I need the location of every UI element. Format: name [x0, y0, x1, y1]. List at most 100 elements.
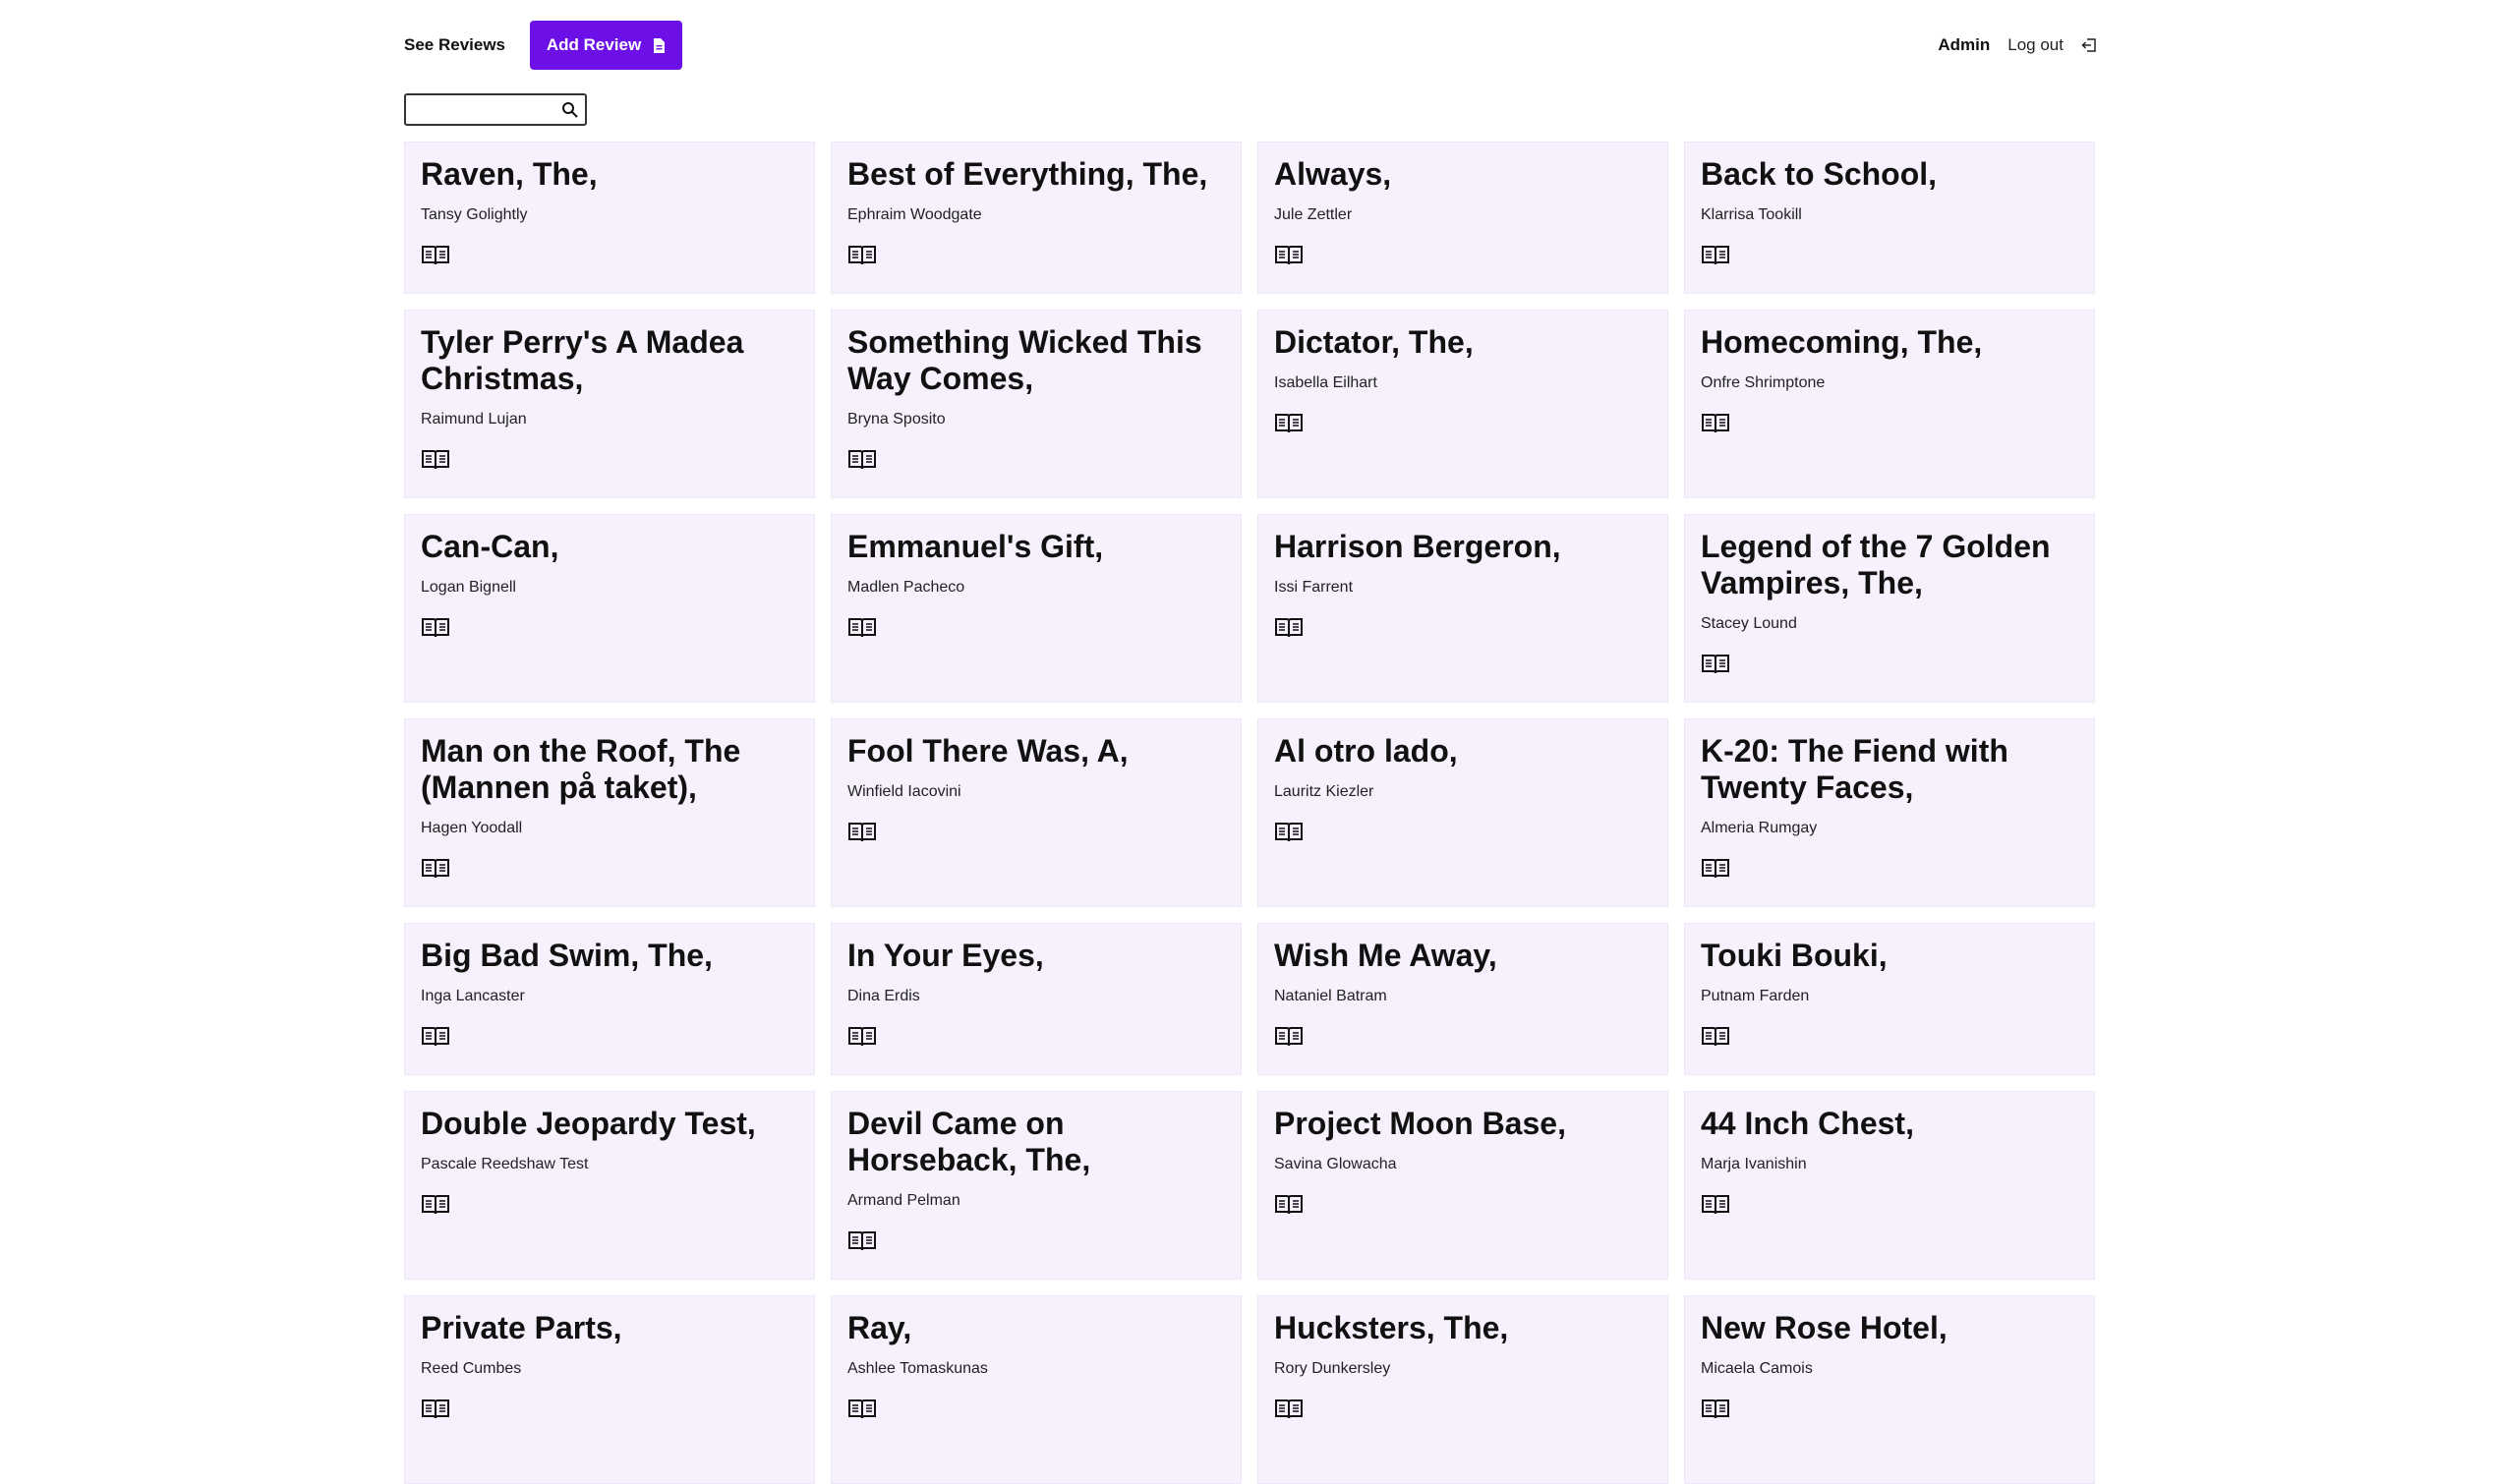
- review-card[interactable]: Hucksters, The, Rory Dunkersley: [1257, 1295, 1668, 1484]
- open-book-icon[interactable]: [1274, 244, 1304, 267]
- review-title: Homecoming, The,: [1701, 324, 1983, 360]
- review-author: Lauritz Kiezler: [1274, 783, 1374, 800]
- open-book-icon[interactable]: [1701, 1398, 1730, 1421]
- review-author: Reed Cumbes: [421, 1360, 522, 1377]
- open-book-icon[interactable]: [1274, 616, 1304, 640]
- open-book-icon[interactable]: [1274, 1025, 1304, 1049]
- review-title: Touki Bouki,: [1701, 938, 1888, 973]
- review-card[interactable]: Emmanuel's Gift, Madlen Pacheco: [831, 514, 1242, 703]
- review-title: K-20: The Fiend with Twenty Faces,: [1701, 733, 2008, 805]
- open-book-icon[interactable]: [421, 1025, 450, 1049]
- review-title: Back to School,: [1701, 156, 1938, 192]
- logout-link[interactable]: Log out: [2007, 35, 2064, 55]
- review-grid: Raven, The, Tansy Golightly Best of Everyt…: [404, 142, 2095, 1484]
- review-card[interactable]: Back to School, Klarrisa Tookill: [1684, 142, 2095, 294]
- open-book-icon[interactable]: [847, 1398, 877, 1421]
- review-card[interactable]: Can-Can, Logan Bignell: [404, 514, 815, 703]
- open-book-icon[interactable]: [421, 244, 450, 267]
- review-title: Legend of the 7 Golden Vampires, The,: [1701, 529, 2051, 600]
- review-card[interactable]: Project Moon Base, Savina Glowacha: [1257, 1091, 1668, 1280]
- review-card[interactable]: Ray, Ashlee Tomaskunas: [831, 1295, 1242, 1484]
- review-title: Big Bad Swim, The,: [421, 938, 713, 973]
- review-title: 44 Inch Chest,: [1701, 1106, 1914, 1141]
- review-card[interactable]: Man on the Roof, The (Mannen på taket), H…: [404, 718, 815, 907]
- review-card[interactable]: Best of Everything, The, Ephraim Woodgate: [831, 142, 1242, 294]
- review-title: Harrison Bergeron,: [1274, 529, 1561, 564]
- review-title: Double Jeopardy Test,: [421, 1106, 756, 1141]
- see-reviews-link[interactable]: See Reviews: [404, 21, 505, 70]
- review-card[interactable]: Al otro lado, Lauritz Kiezler: [1257, 718, 1668, 907]
- open-book-icon[interactable]: [847, 821, 877, 844]
- open-book-icon[interactable]: [1274, 412, 1304, 435]
- open-book-icon[interactable]: [1701, 244, 1730, 267]
- review-title: Hucksters, The,: [1274, 1310, 1509, 1345]
- open-book-icon[interactable]: [1701, 1025, 1730, 1049]
- review-card[interactable]: Touki Bouki, Putnam Farden: [1684, 923, 2095, 1075]
- review-card[interactable]: Always, Jule Zettler: [1257, 142, 1668, 294]
- review-title: Private Parts,: [421, 1310, 622, 1345]
- review-card[interactable]: Legend of the 7 Golden Vampires, The, Sta…: [1684, 514, 2095, 703]
- review-card[interactable]: Raven, The, Tansy Golightly: [404, 142, 815, 294]
- search-icon[interactable]: [561, 101, 579, 119]
- open-book-icon[interactable]: [1274, 821, 1304, 844]
- review-card[interactable]: Homecoming, The, Onfre Shrimptone: [1684, 310, 2095, 498]
- open-book-icon[interactable]: [1274, 1193, 1304, 1217]
- open-book-icon[interactable]: [1701, 1193, 1730, 1217]
- review-author: Almeria Rumgay: [1701, 820, 1818, 836]
- review-card[interactable]: Wish Me Away, Nataniel Batram: [1257, 923, 1668, 1075]
- open-book-icon[interactable]: [847, 448, 877, 472]
- review-author: Micaela Camois: [1701, 1360, 1813, 1377]
- review-card[interactable]: 44 Inch Chest, Marja Ivanishin: [1684, 1091, 2095, 1280]
- review-card[interactable]: K-20: The Fiend with Twenty Faces, Almeri…: [1684, 718, 2095, 907]
- review-author: Stacey Lound: [1701, 615, 1797, 632]
- open-book-icon[interactable]: [421, 1193, 450, 1217]
- open-book-icon[interactable]: [847, 1229, 877, 1253]
- review-author: Armand Pelman: [847, 1192, 960, 1209]
- open-book-icon[interactable]: [1701, 412, 1730, 435]
- review-title: Can-Can,: [421, 529, 559, 564]
- logout-icon[interactable]: [2081, 37, 2097, 53]
- review-card[interactable]: Devil Came on Horseback, The, Armand Pelm…: [831, 1091, 1242, 1280]
- review-card[interactable]: Double Jeopardy Test, Pascale Reedshaw Te…: [404, 1091, 815, 1280]
- open-book-icon[interactable]: [1701, 653, 1730, 676]
- user-nav: Admin Log out: [1938, 21, 2097, 70]
- review-card[interactable]: Tyler Perry's A Madea Christmas, Raimund …: [404, 310, 815, 498]
- open-book-icon[interactable]: [847, 1025, 877, 1049]
- open-book-icon[interactable]: [421, 616, 450, 640]
- review-author: Bryna Sposito: [847, 411, 946, 428]
- review-author: Dina Erdis: [847, 988, 920, 1004]
- review-card[interactable]: Dictator, The, Isabella Eilhart: [1257, 310, 1668, 498]
- review-title: Dictator, The,: [1274, 324, 1474, 360]
- review-card[interactable]: Harrison Bergeron, Issi Farrent: [1257, 514, 1668, 703]
- review-card[interactable]: New Rose Hotel, Micaela Camois: [1684, 1295, 2095, 1484]
- review-title: In Your Eyes,: [847, 938, 1044, 973]
- review-card[interactable]: In Your Eyes, Dina Erdis: [831, 923, 1242, 1075]
- review-card[interactable]: Big Bad Swim, The, Inga Lancaster: [404, 923, 815, 1075]
- review-title: Something Wicked This Way Comes,: [847, 324, 1202, 396]
- review-card[interactable]: Fool There Was, A, Winfield Iacovini: [831, 718, 1242, 907]
- review-author: Issi Farrent: [1274, 579, 1354, 596]
- review-card[interactable]: Private Parts, Reed Cumbes: [404, 1295, 815, 1484]
- review-card[interactable]: Something Wicked This Way Comes, Bryna Sp…: [831, 310, 1242, 498]
- review-author: Marja Ivanishin: [1701, 1156, 1807, 1172]
- review-title: New Rose Hotel,: [1701, 1310, 1948, 1345]
- open-book-icon[interactable]: [421, 448, 450, 472]
- search-input[interactable]: [410, 98, 556, 123]
- review-author: Jule Zettler: [1274, 206, 1353, 223]
- open-book-icon[interactable]: [1701, 857, 1730, 881]
- open-book-icon[interactable]: [847, 244, 877, 267]
- review-author: Nataniel Batram: [1274, 988, 1387, 1004]
- open-book-icon[interactable]: [421, 857, 450, 881]
- review-title: Project Moon Base,: [1274, 1106, 1566, 1141]
- review-author: Pascale Reedshaw Test: [421, 1156, 589, 1172]
- open-book-icon[interactable]: [1274, 1398, 1304, 1421]
- review-author: Putnam Farden: [1701, 988, 1810, 1004]
- open-book-icon[interactable]: [421, 1398, 450, 1421]
- open-book-icon[interactable]: [847, 616, 877, 640]
- review-author: Onfre Shrimptone: [1701, 374, 1826, 391]
- review-author: Savina Glowacha: [1274, 1156, 1397, 1172]
- add-review-button[interactable]: Add Review: [530, 21, 682, 70]
- review-title: Best of Everything, The,: [847, 156, 1208, 192]
- review-author: Hagen Yoodall: [421, 820, 523, 836]
- review-author: Logan Bignell: [421, 579, 516, 596]
